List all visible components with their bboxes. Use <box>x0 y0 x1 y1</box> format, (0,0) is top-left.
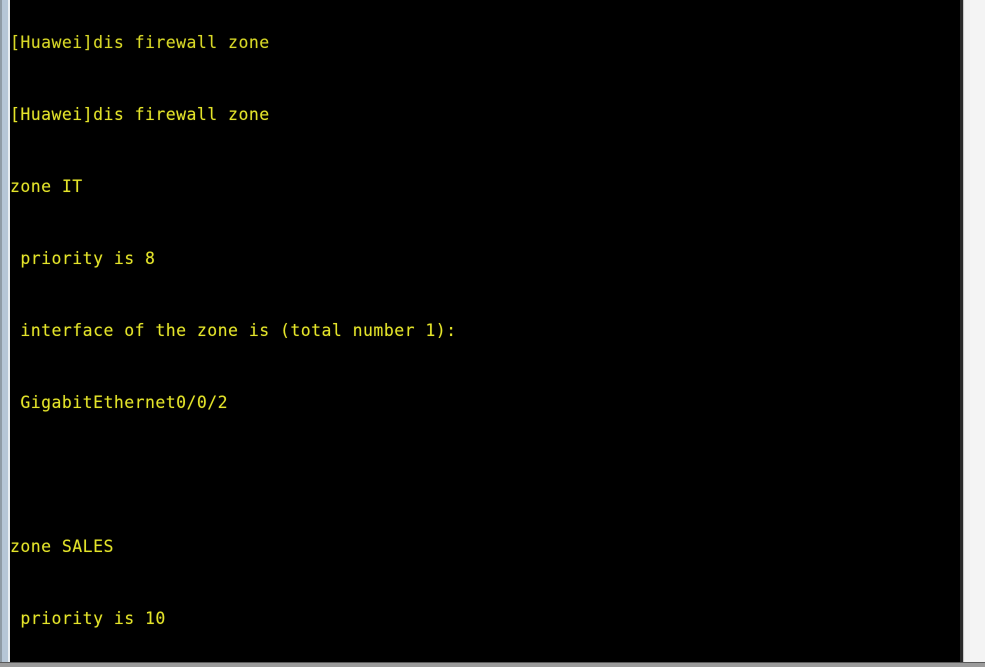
terminal-line-zone-it-priority: priority is 8 <box>10 249 156 268</box>
vertical-scrollbar-track[interactable] <box>965 0 985 662</box>
terminal-line-zone-sales-priority: priority is 10 <box>10 609 166 628</box>
terminal-line-command: [Huawei]dis firewall zone <box>10 105 270 124</box>
terminal-screen[interactable]: [Huawei]dis firewall zone [Huawei]dis fi… <box>10 0 960 662</box>
terminal-line-zone-it-interface-header: interface of the zone is (total number 1… <box>10 321 457 340</box>
terminal-line-zone-it-interface-0: GigabitEthernet0/0/2 <box>10 393 229 412</box>
terminal-window: [Huawei]dis firewall zone [Huawei]dis fi… <box>0 0 985 667</box>
window-bottom-border <box>0 662 985 667</box>
terminal-line-blank-1 <box>10 463 457 487</box>
terminal-line-zone-sales-name: zone SALES <box>10 537 114 556</box>
vertical-scrollbar[interactable] <box>963 0 985 662</box>
terminal-line-partial-top: [Huawei]dis firewall zone <box>10 33 270 52</box>
terminal-line-zone-it-name: zone IT <box>10 177 83 196</box>
terminal-output: [Huawei]dis firewall zone [Huawei]dis fi… <box>10 0 457 662</box>
